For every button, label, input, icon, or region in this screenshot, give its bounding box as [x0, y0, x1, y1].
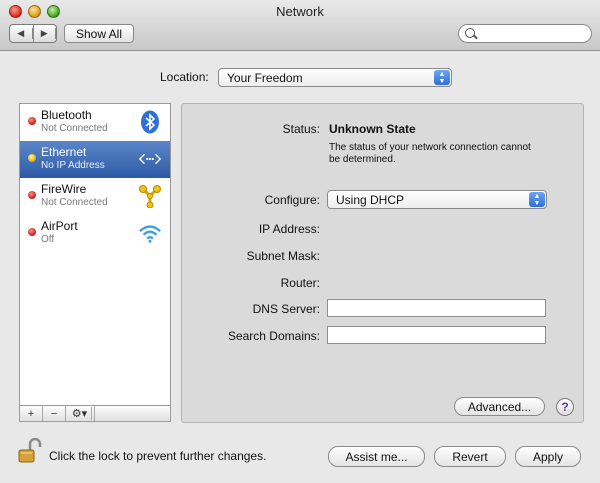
ethernet-icon — [138, 146, 162, 172]
service-item-firewire[interactable]: FireWire Not Connected — [20, 178, 170, 215]
service-status: Not Connected — [41, 197, 108, 208]
service-name: Ethernet — [41, 145, 87, 159]
advanced-button[interactable]: Advanced... — [454, 397, 545, 416]
remove-service-button[interactable]: − — [43, 406, 66, 421]
dns-server-field[interactable] — [327, 299, 546, 317]
status-description: The status of your network connection ca… — [329, 142, 531, 165]
service-status: Not Connected — [41, 123, 108, 134]
back-forward-control: ◀ ▶ — [9, 24, 57, 43]
gear-menu-button[interactable]: ⚙▾ — [66, 406, 95, 421]
service-list-toolbar: + − ⚙▾ — [19, 406, 171, 422]
airport-icon — [138, 220, 162, 246]
help-button[interactable]: ? — [556, 398, 574, 416]
service-status: No IP Address — [41, 160, 105, 171]
bluetooth-icon — [138, 109, 162, 135]
service-name: AirPort — [41, 219, 78, 233]
location-label: Location: — [160, 70, 209, 84]
service-name: Bluetooth — [41, 108, 92, 122]
status-dot-yellow — [28, 154, 36, 162]
forward-button[interactable]: ▶ — [34, 25, 56, 42]
gear-icon: ⚙▾ — [69, 407, 92, 420]
status-value: Unknown State — [329, 122, 416, 136]
location-value: Your Freedom — [227, 70, 303, 85]
show-all-button[interactable]: Show All — [64, 24, 134, 43]
configure-label: Configure: — [264, 193, 320, 207]
title-bar: Network ◀ ▶ Show All — [0, 0, 600, 51]
add-service-button[interactable]: + — [20, 406, 43, 421]
status-label: Status: — [282, 122, 320, 136]
location-popup[interactable]: Your Freedom ▲ ▼ — [218, 68, 452, 87]
firewire-icon — [138, 183, 162, 209]
ip-address-label: IP Address: — [258, 222, 320, 236]
subnet-mask-label: Subnet Mask: — [246, 249, 320, 263]
search-icon — [465, 28, 475, 38]
popup-arrows-icon: ▲ ▼ — [434, 70, 450, 85]
revert-button[interactable]: Revert — [434, 446, 506, 467]
apply-button[interactable]: Apply — [515, 446, 581, 467]
service-status: Off — [41, 234, 55, 245]
dns-server-label: DNS Server: — [252, 302, 320, 316]
assist-me-button[interactable]: Assist me... — [328, 446, 425, 467]
service-list: Bluetooth Not Connected Ethernet No IP A… — [19, 103, 171, 406]
help-icon: ? — [561, 400, 569, 414]
service-item-ethernet[interactable]: Ethernet No IP Address — [20, 141, 170, 178]
search-field — [458, 24, 592, 43]
service-name: FireWire — [41, 182, 87, 196]
configure-value: Using DHCP — [336, 192, 405, 207]
service-item-bluetooth[interactable]: Bluetooth Not Connected — [20, 104, 170, 141]
search-domains-field[interactable] — [327, 326, 546, 344]
configure-popup[interactable]: Using DHCP ▲ ▼ — [327, 190, 547, 209]
back-button[interactable]: ◀ — [10, 25, 34, 42]
search-input[interactable] — [479, 26, 591, 43]
popup-arrows-icon: ▲ ▼ — [529, 192, 545, 207]
service-item-airport[interactable]: AirPort Off — [20, 215, 170, 252]
router-label: Router: — [280, 276, 320, 290]
status-dot-red — [28, 191, 36, 199]
search-domains-label: Search Domains: — [227, 329, 320, 343]
lock-icon[interactable] — [18, 437, 42, 464]
back-arrow-icon: ◀ — [10, 28, 33, 39]
window-title: Network — [276, 4, 324, 19]
forward-arrow-icon: ▶ — [34, 28, 56, 39]
status-dot-red — [28, 117, 36, 125]
lock-message: Click the lock to prevent further change… — [49, 449, 267, 463]
status-dot-red — [28, 228, 36, 236]
